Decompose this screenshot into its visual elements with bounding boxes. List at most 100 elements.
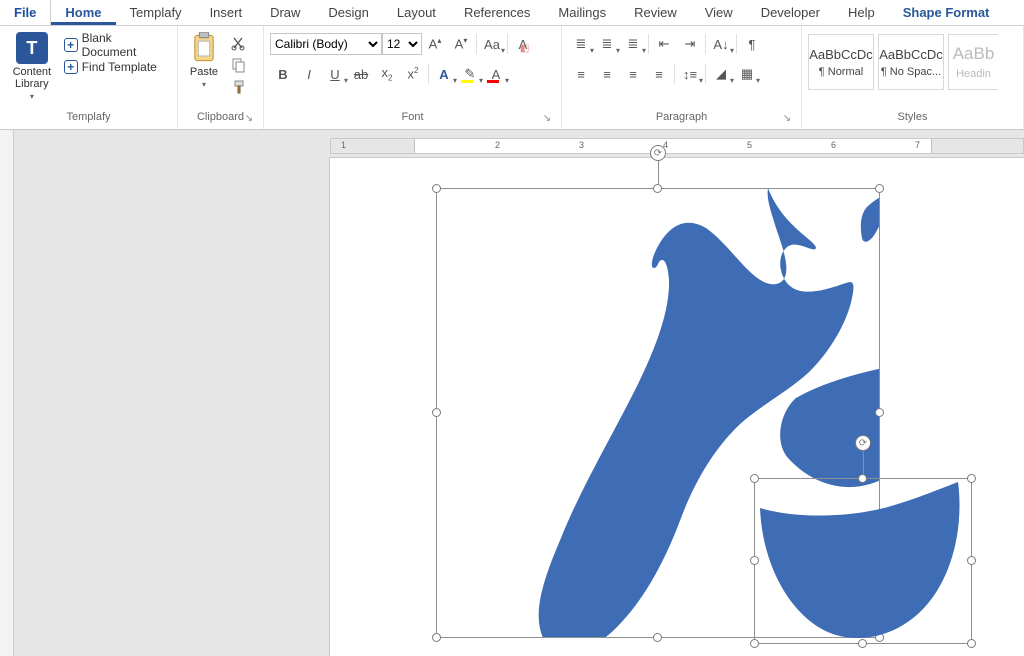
tab-references[interactable]: References (450, 0, 544, 25)
font-dialog-launcher[interactable]: ↘ (541, 113, 553, 125)
bullets-button[interactable]: ≣ (568, 33, 594, 55)
align-left-button[interactable]: ≡ (568, 63, 594, 85)
paragraph-dialog-launcher[interactable]: ↘ (781, 113, 793, 125)
increase-indent-icon: ⇥ (685, 36, 696, 52)
clipboard-icon (190, 32, 218, 64)
numbering-button[interactable]: ≣ (594, 33, 620, 55)
line-spacing-icon: ↕≡ (683, 67, 697, 82)
shading-button[interactable]: ◢ (708, 63, 734, 85)
resize-handle[interactable] (858, 474, 867, 483)
group-label-font: Font ↘ (270, 111, 555, 127)
resize-handle[interactable] (750, 639, 759, 648)
line-spacing-button[interactable]: ↕≡ (677, 63, 703, 85)
decrease-indent-icon: ⇤ (659, 36, 670, 52)
rotate-handle[interactable] (855, 435, 871, 451)
superscript-icon: x2 (408, 66, 419, 81)
blank-document-button[interactable]: + Blank Document (62, 34, 171, 56)
bold-button[interactable]: B (270, 63, 296, 85)
style-no-spacing[interactable]: AaBbCcDc ¶ No Spac... (878, 34, 944, 90)
style-normal[interactable]: AaBbCcDc ¶ Normal (808, 34, 874, 90)
justify-button[interactable]: ≡ (646, 63, 672, 85)
vertical-ruler[interactable] (0, 130, 14, 656)
format-painter-button[interactable] (228, 76, 250, 98)
find-template-button[interactable]: + Find Template (62, 56, 171, 78)
chevron-down-icon: ▾ (202, 80, 206, 89)
text-effects-button[interactable]: A (431, 63, 457, 85)
tab-developer[interactable]: Developer (747, 0, 834, 25)
copy-button[interactable] (228, 54, 250, 76)
resize-handle[interactable] (875, 184, 884, 193)
tab-help[interactable]: Help (834, 0, 889, 25)
resize-handle[interactable] (967, 556, 976, 565)
bold-icon: B (278, 67, 287, 82)
tab-insert[interactable]: Insert (196, 0, 257, 25)
borders-button[interactable]: ▦ (734, 63, 760, 85)
justify-icon: ≡ (655, 67, 663, 82)
font-size-select[interactable]: 12 (382, 33, 422, 55)
resize-handle[interactable] (432, 633, 441, 642)
tab-mailings[interactable]: Mailings (544, 0, 620, 25)
resize-handle[interactable] (858, 639, 867, 648)
sort-button[interactable]: A↓ (708, 33, 734, 55)
tab-view[interactable]: View (691, 0, 747, 25)
numbering-icon: ≣ (602, 36, 613, 52)
multilevel-list-button[interactable]: ≣ (620, 33, 646, 55)
horizontal-ruler[interactable]: 1 2 3 4 5 6 7 (330, 138, 1024, 154)
tab-templafy[interactable]: Templafy (116, 0, 196, 25)
tab-review[interactable]: Review (620, 0, 691, 25)
decrease-indent-button[interactable]: ⇤ (651, 33, 677, 55)
font-color-button[interactable]: A (483, 63, 509, 85)
tab-shape-format[interactable]: Shape Format (889, 0, 1004, 25)
plus-icon: + (64, 38, 78, 52)
resize-handle[interactable] (967, 639, 976, 648)
group-font: Calibri (Body) 12 A▴ A▾ Aa A◧ B I U ab x… (264, 26, 562, 129)
resize-handle[interactable] (653, 184, 662, 193)
highlight-button[interactable]: ✎ (457, 63, 483, 85)
increase-indent-button[interactable]: ⇥ (677, 33, 703, 55)
selection-box-small[interactable] (754, 478, 972, 644)
underline-button[interactable]: U (322, 63, 348, 85)
document-page[interactable] (330, 158, 1024, 656)
align-right-button[interactable]: ≡ (620, 63, 646, 85)
italic-button[interactable]: I (296, 63, 322, 85)
group-templafy: T Content Library ▾ + Blank Document + F… (0, 26, 178, 129)
content-library-button[interactable]: T Content Library ▾ (6, 30, 58, 103)
group-label-paragraph: Paragraph ↘ (568, 111, 795, 127)
tab-layout[interactable]: Layout (383, 0, 450, 25)
tab-draw[interactable]: Draw (256, 0, 314, 25)
cut-button[interactable] (228, 32, 250, 54)
content-library-icon: T (16, 32, 48, 64)
paste-button[interactable]: Paste ▾ (184, 30, 224, 91)
align-center-icon: ≡ (603, 67, 611, 82)
show-marks-button[interactable]: ¶ (739, 33, 765, 55)
rotate-handle[interactable] (650, 145, 666, 161)
pilcrow-icon: ¶ (749, 37, 756, 52)
tab-home[interactable]: Home (51, 0, 115, 25)
change-case-icon: Aa (484, 37, 500, 52)
font-name-select[interactable]: Calibri (Body) (270, 33, 382, 55)
resize-handle[interactable] (750, 556, 759, 565)
shrink-font-button[interactable]: A▾ (448, 33, 474, 55)
grow-font-button[interactable]: A▴ (422, 33, 448, 55)
resize-handle[interactable] (875, 408, 884, 417)
subscript-button[interactable]: x2 (374, 63, 400, 85)
resize-handle[interactable] (432, 184, 441, 193)
underline-icon: U (330, 67, 339, 82)
resize-handle[interactable] (967, 474, 976, 483)
style-heading1[interactable]: AaBb Headin (948, 34, 998, 90)
resize-handle[interactable] (653, 633, 662, 642)
align-center-button[interactable]: ≡ (594, 63, 620, 85)
resize-handle[interactable] (750, 474, 759, 483)
increase-font-icon: A▴ (429, 36, 442, 51)
change-case-button[interactable]: Aa (479, 33, 505, 55)
find-template-label: Find Template (82, 60, 157, 74)
strikethrough-icon: ab (354, 67, 368, 82)
clipboard-dialog-launcher[interactable]: ↘ (243, 113, 255, 125)
tab-file[interactable]: File (0, 0, 51, 25)
resize-handle[interactable] (432, 408, 441, 417)
superscript-button[interactable]: x2 (400, 63, 426, 85)
tab-design[interactable]: Design (314, 0, 382, 25)
group-paragraph: ≣ ≣ ≣ ⇤ ⇥ A↓ ¶ ≡ ≡ ≡ ≡ ↕≡ ◢ ▦ (562, 26, 802, 129)
clear-formatting-button[interactable]: A◧ (510, 33, 536, 55)
strikethrough-button[interactable]: ab (348, 63, 374, 85)
